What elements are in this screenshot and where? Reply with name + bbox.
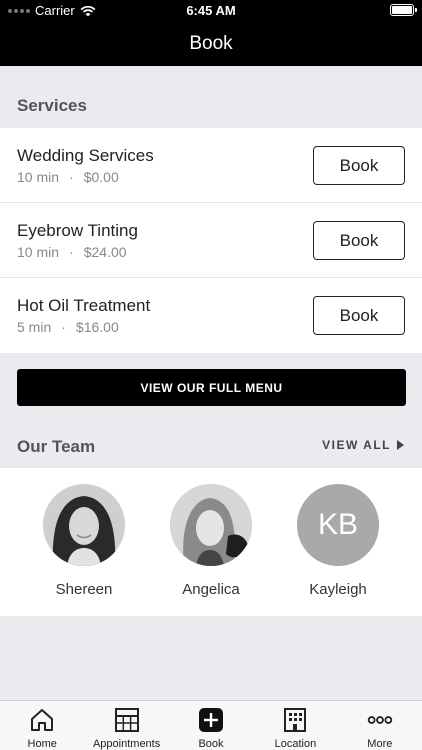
service-price: $24.00 [83,244,127,260]
plus-square-icon [198,707,224,733]
service-name: Wedding Services [17,146,154,165]
services-section-header: Services [0,66,422,128]
meta-separator: · [61,319,66,335]
view-all-link[interactable]: VIEW ALL [322,438,404,452]
member-name: Angelica [182,581,240,598]
tab-home[interactable]: Home [0,701,84,750]
book-button[interactable]: Book [313,296,405,335]
tab-appointments[interactable]: Appointments [84,701,168,750]
service-duration: 10 min [17,244,60,260]
book-button[interactable]: Book [313,221,405,260]
avatar-initials: KB [297,484,379,566]
member-name: Kayleigh [309,581,367,598]
service-price: $0.00 [83,169,119,185]
service-duration: 5 min [17,319,52,335]
view-all-label: VIEW ALL [322,438,391,452]
team-list: Shereen Angelica KB Kayleigh [0,468,422,616]
tab-label: Appointments [92,738,161,750]
service-price: $16.00 [75,319,119,335]
team-member[interactable]: Shereen [39,484,129,598]
service-name: Hot Oil Treatment [17,296,151,315]
service-row: Wedding Services 10 min · $0.00 Book [0,128,422,203]
page-title: Book [189,33,233,54]
service-meta: 10 min · $24.00 [17,244,127,260]
building-icon [282,707,308,733]
more-dots-icon [367,707,393,733]
service-meta: 5 min · $16.00 [17,319,119,335]
avatar [170,484,252,566]
tab-bar: Home Appointments Book Location More [0,700,422,750]
service-duration: 10 min [17,169,60,185]
battery-icon [390,4,417,16]
tab-label: Book [198,738,224,750]
tab-label: Location [274,738,317,750]
view-full-menu-button[interactable]: VIEW OUR FULL MENU [17,369,406,406]
tab-more[interactable]: More [338,701,422,750]
team-section-header: Our Team VIEW ALL [0,420,422,468]
service-row: Eyebrow Tinting 10 min · $24.00 Book [0,203,422,278]
tab-location[interactable]: Location [253,701,337,750]
service-name: Eyebrow Tinting [17,221,138,240]
nav-bar: Book [0,22,422,66]
tab-book[interactable]: Book [169,701,253,750]
service-meta: 10 min · $0.00 [17,169,119,185]
services-title: Services [17,96,87,115]
team-title: Our Team [17,437,96,456]
team-member[interactable]: Angelica [166,484,256,598]
service-row: Hot Oil Treatment 5 min · $16.00 Book [0,278,422,353]
book-button[interactable]: Book [313,146,405,185]
home-icon [29,707,55,733]
services-list: Wedding Services 10 min · $0.00 Book Eye… [0,128,422,353]
chevron-right-icon [397,440,404,450]
status-time: 6:45 AM [186,3,236,18]
calendar-grid-icon [114,707,140,733]
meta-separator: · [69,169,74,185]
tab-label: Home [27,738,57,750]
avatar [43,484,125,566]
status-bar: Carrier 6:45 AM [0,0,422,22]
member-name: Shereen [55,581,113,598]
meta-separator: · [69,244,74,260]
team-member[interactable]: KB Kayleigh [293,484,383,598]
tab-label: More [367,738,393,750]
